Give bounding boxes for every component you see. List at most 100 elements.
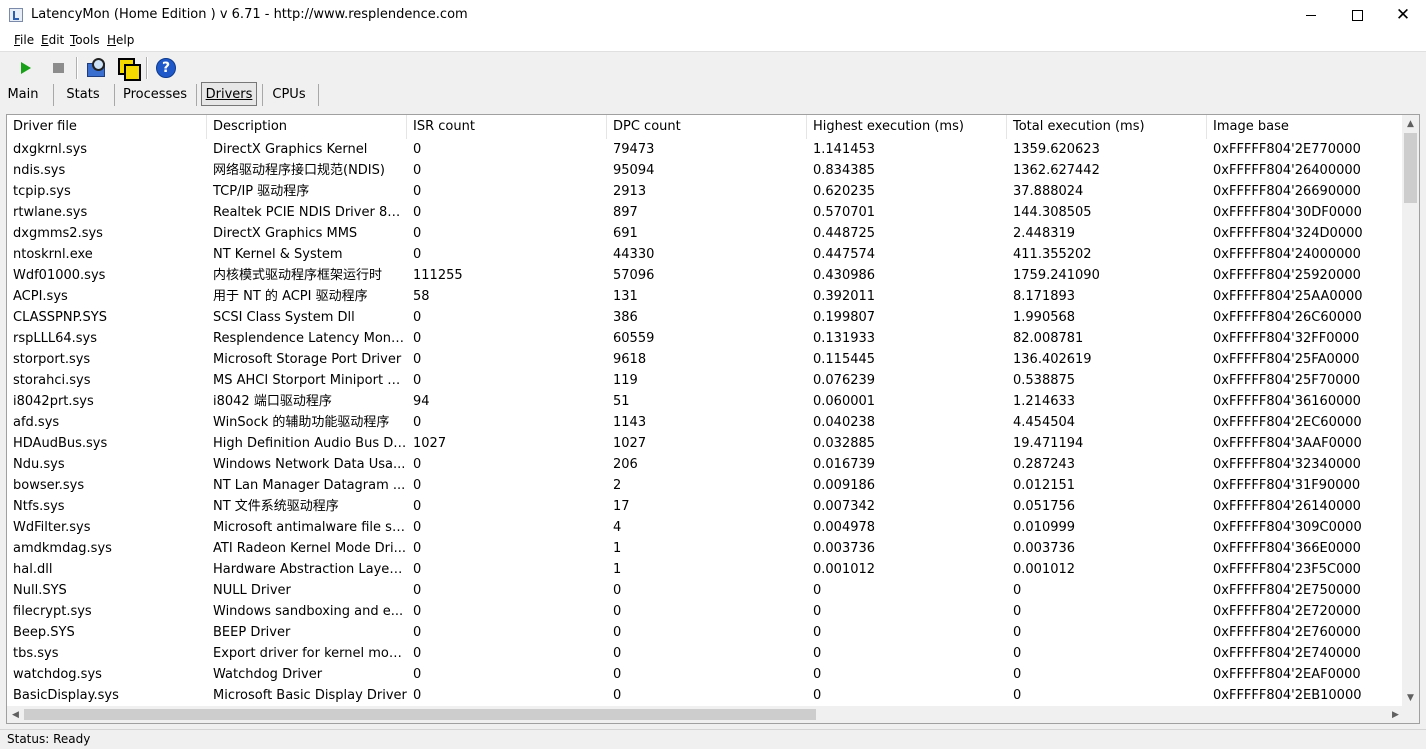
- tab-stats[interactable]: Stats: [60, 82, 106, 106]
- tab-processes[interactable]: Processes: [120, 82, 190, 106]
- tab-main[interactable]: Main: [2, 82, 44, 106]
- table-row[interactable]: dxgkrnl.sys DirectX Graphics Kernel 0 79473…: [7, 139, 1404, 160]
- cell-total-execution: 0: [1013, 625, 1022, 640]
- table-row[interactable]: watchdog.sys Watchdog Driver 0 0 0 0 0xFFFFF80…: [7, 664, 1404, 685]
- column-header-isr-count[interactable]: ISR count: [407, 115, 607, 139]
- table-row[interactable]: amdkmdag.sys ATI Radeon Kernel Mode Dri..…: [7, 538, 1404, 559]
- stop-button[interactable]: [46, 56, 70, 80]
- cell-driver-file: dxgmms2.sys: [13, 226, 103, 241]
- table-row[interactable]: tbs.sys Export driver for kernel mod... 0 0…: [7, 643, 1404, 664]
- maximize-button[interactable]: [1334, 0, 1380, 31]
- cell-isr-count: 0: [413, 226, 422, 241]
- cell-driver-file: hal.dll: [13, 562, 53, 577]
- table-row[interactable]: BasicDisplay.sys Microsoft Basic Display …: [7, 685, 1404, 706]
- table-row[interactable]: HDAudBus.sys High Definition Audio Bus Dr…: [7, 433, 1404, 454]
- tab-separator: [318, 84, 319, 106]
- cell-description: i8042 端口驱动程序: [213, 394, 332, 409]
- table-row[interactable]: tcpip.sys TCP/IP 驱动程序 0 2913 0.620235 37.8880…: [7, 181, 1404, 202]
- copy-button[interactable]: [116, 56, 141, 81]
- cell-isr-count: 0: [413, 667, 422, 682]
- table-row[interactable]: CLASSPNP.SYS SCSI Class System Dll 0 386 0.1…: [7, 307, 1404, 328]
- scroll-left-icon[interactable]: ◀: [7, 706, 24, 723]
- cell-isr-count: 0: [413, 478, 422, 493]
- cell-description: Microsoft Storage Port Driver: [213, 352, 402, 367]
- tab-drivers[interactable]: Drivers: [201, 82, 257, 106]
- scroll-down-icon[interactable]: ▼: [1402, 689, 1419, 706]
- table-row[interactable]: Ntfs.sys NT 文件系统驱动程序 0 17 0.007342 0.051756 0x…: [7, 496, 1404, 517]
- cell-driver-file: rspLLL64.sys: [13, 331, 98, 346]
- cell-image-base: 0xFFFFF804'2E770000: [1213, 142, 1361, 157]
- table-row[interactable]: hal.dll Hardware Abstraction Layer ... 0 1 0…: [7, 559, 1404, 580]
- column-header-dpc-count[interactable]: DPC count: [607, 115, 807, 139]
- scrollbar-corner: [1402, 706, 1419, 723]
- cell-isr-count: 0: [413, 688, 422, 703]
- cell-dpc-count: 119: [613, 373, 638, 388]
- vertical-scrollbar[interactable]: ▲ ▼: [1402, 115, 1419, 706]
- horizontal-scroll-thumb[interactable]: [24, 709, 816, 720]
- cell-dpc-count: 897: [613, 205, 638, 220]
- table-row[interactable]: afd.sys WinSock 的辅助功能驱动程序 0 1143 0.040238 4.4…: [7, 412, 1404, 433]
- cell-highest-execution: 0.430986: [813, 268, 876, 283]
- vertical-scroll-thumb[interactable]: [1404, 133, 1417, 203]
- table-row[interactable]: ACPI.sys 用于 NT 的 ACPI 驱动程序 58 131 0.392011 8.…: [7, 286, 1404, 307]
- menu-help[interactable]: Help: [107, 33, 134, 47]
- table-row[interactable]: Beep.SYS BEEP Driver 0 0 0 0 0xFFFFF804'2E7600…: [7, 622, 1404, 643]
- horizontal-scrollbar[interactable]: ◀ ▶: [7, 706, 1404, 723]
- cell-highest-execution: 0.834385: [813, 163, 876, 178]
- column-header-driver-file[interactable]: Driver file: [7, 115, 207, 139]
- table-row[interactable]: dxgmms2.sys DirectX Graphics MMS 0 691 0.448…: [7, 223, 1404, 244]
- cell-highest-execution: 0.199807: [813, 310, 876, 325]
- cell-total-execution: 0: [1013, 604, 1022, 619]
- table-row[interactable]: ndis.sys 网络驱动程序接口规范(NDIS) 0 95094 0.834385 13…: [7, 160, 1404, 181]
- column-header-description[interactable]: Description: [207, 115, 407, 139]
- table-row[interactable]: Ndu.sys Windows Network Data Usa... 0 206 0.…: [7, 454, 1404, 475]
- cell-total-execution: 37.888024: [1013, 184, 1084, 199]
- list-header: Driver file Description ISR count DPC co…: [7, 115, 1404, 139]
- cell-description: Microsoft Basic Display Driver: [213, 688, 407, 703]
- toolbar-separator: [146, 57, 148, 79]
- table-row[interactable]: filecrypt.sys Windows sandboxing and e...…: [7, 601, 1404, 622]
- menu-tools[interactable]: Tools: [70, 33, 100, 47]
- cell-isr-count: 1027: [413, 436, 447, 451]
- cell-image-base: 0xFFFFF804'32340000: [1213, 457, 1361, 472]
- close-button[interactable]: ✕: [1380, 0, 1426, 31]
- cell-driver-file: dxgkrnl.sys: [13, 142, 88, 157]
- column-header-image-base[interactable]: Image base: [1207, 115, 1404, 139]
- cell-description: 内核模式驱动程序框架运行时: [213, 268, 383, 283]
- table-row[interactable]: rtwlane.sys Realtek PCIE NDIS Driver 87..…: [7, 202, 1404, 223]
- maximize-icon: [1351, 10, 1363, 21]
- analyze-button[interactable]: [84, 56, 108, 80]
- table-row[interactable]: storport.sys Microsoft Storage Port Drive…: [7, 349, 1404, 370]
- table-row[interactable]: rspLLL64.sys Resplendence Latency Monit..…: [7, 328, 1404, 349]
- cell-description: DirectX Graphics MMS: [213, 226, 358, 241]
- drivers-list[interactable]: Driver file Description ISR count DPC co…: [6, 114, 1420, 724]
- column-header-total-execution[interactable]: Total execution (ms): [1007, 115, 1207, 139]
- cell-driver-file: i8042prt.sys: [13, 394, 94, 409]
- table-row[interactable]: ntoskrnl.exe NT Kernel & System 0 44330 0.44…: [7, 244, 1404, 265]
- cell-driver-file: amdkmdag.sys: [13, 541, 112, 556]
- cell-isr-count: 0: [413, 646, 422, 661]
- tab-separator: [262, 84, 263, 106]
- menu-file[interactable]: File: [14, 33, 34, 47]
- start-button[interactable]: [14, 56, 38, 80]
- table-row[interactable]: bowser.sys NT Lan Manager Datagram ... 0 2 0…: [7, 475, 1404, 496]
- table-row[interactable]: WdFilter.sys Microsoft antimalware file s…: [7, 517, 1404, 538]
- cell-isr-count: 0: [413, 457, 422, 472]
- cell-image-base: 0xFFFFF804'26400000: [1213, 163, 1361, 178]
- column-header-highest-execution[interactable]: Highest execution (ms): [807, 115, 1007, 139]
- cell-isr-count: 0: [413, 373, 422, 388]
- menu-edit[interactable]: Edit: [41, 33, 64, 47]
- cell-image-base: 0xFFFFF804'24000000: [1213, 247, 1361, 262]
- table-row[interactable]: Wdf01000.sys 内核模式驱动程序框架运行时 111255 57096 0.43…: [7, 265, 1404, 286]
- scroll-up-icon[interactable]: ▲: [1402, 115, 1419, 132]
- cell-driver-file: storahci.sys: [13, 373, 91, 388]
- table-row[interactable]: i8042prt.sys i8042 端口驱动程序 94 51 0.060001 1.21…: [7, 391, 1404, 412]
- table-row[interactable]: Null.SYS NULL Driver 0 0 0 0 0xFFFFF804'2E7500…: [7, 580, 1404, 601]
- cell-isr-count: 0: [413, 625, 422, 640]
- cell-driver-file: ndis.sys: [13, 163, 66, 178]
- cell-driver-file: Ndu.sys: [13, 457, 65, 472]
- help-button[interactable]: ?: [154, 56, 178, 80]
- tab-cpus[interactable]: CPUs: [267, 82, 311, 106]
- minimize-button[interactable]: [1288, 0, 1334, 31]
- table-row[interactable]: storahci.sys MS AHCI Storport Miniport D.…: [7, 370, 1404, 391]
